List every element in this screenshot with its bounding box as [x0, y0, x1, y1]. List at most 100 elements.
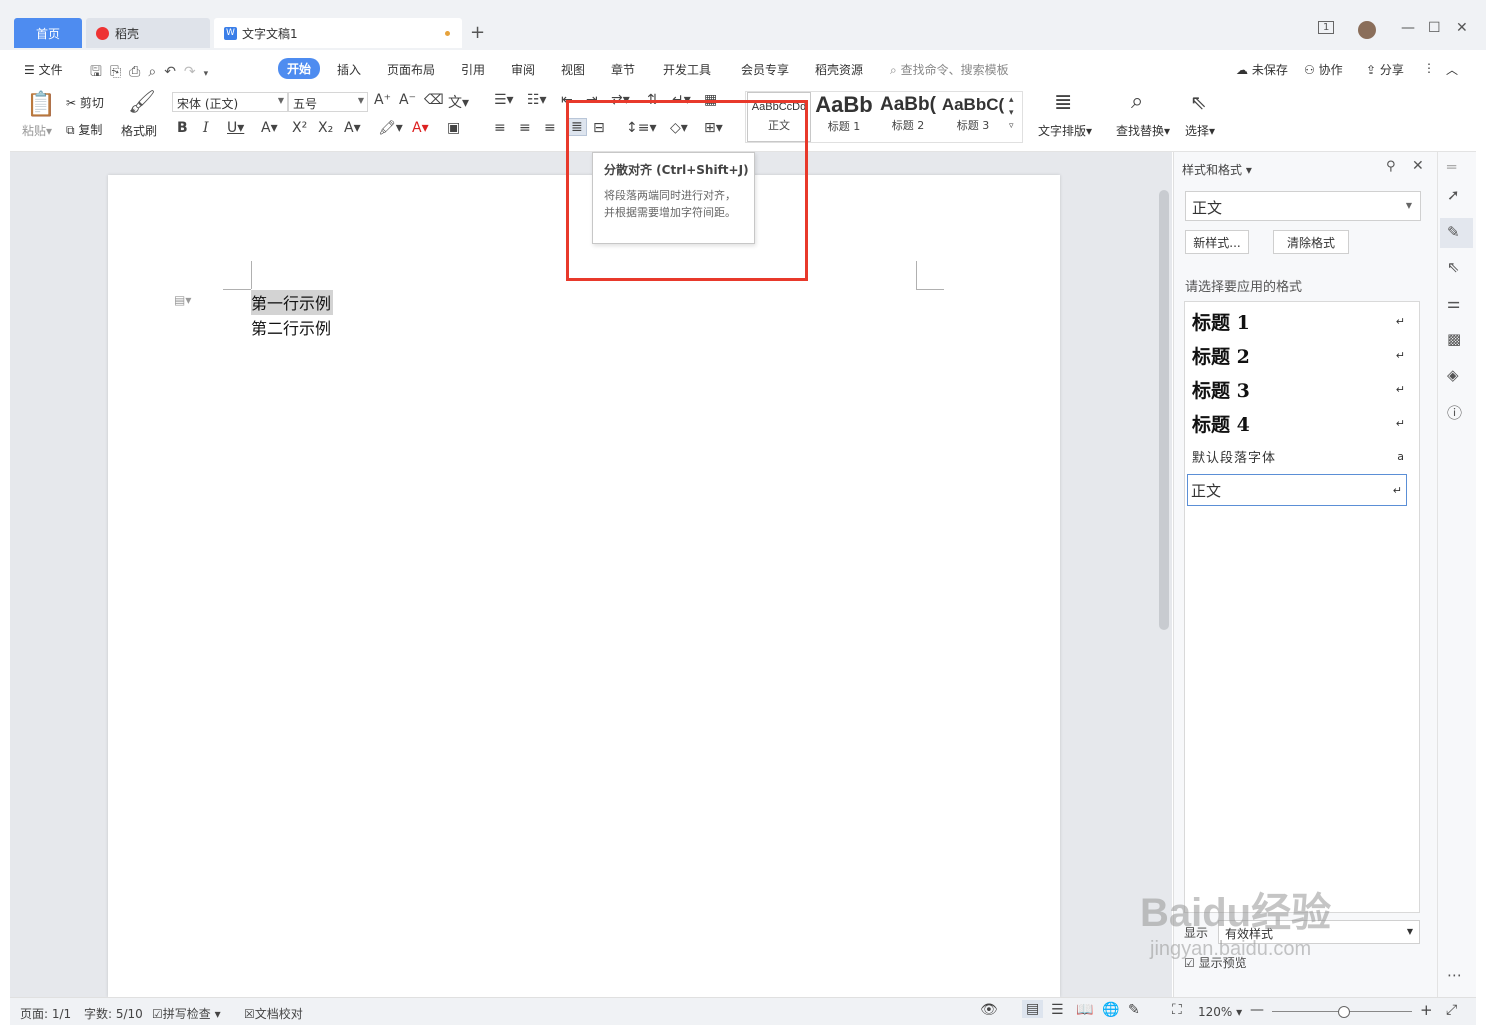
close-panel-icon[interactable]: ✕ — [1412, 158, 1424, 174]
tab-page-layout[interactable]: 页面布局 — [387, 61, 435, 78]
style-item-heading-4[interactable]: 标题 4 ↵ — [1185, 407, 1419, 439]
strikethrough-icon[interactable]: A▾ — [261, 120, 278, 136]
tab-developer[interactable]: 开发工具 — [663, 61, 711, 78]
web-view-icon[interactable]: 🌐 — [1102, 1002, 1119, 1018]
tab-insert[interactable]: 插入 — [337, 61, 361, 78]
zoom-select[interactable]: 120% ▾ — [1198, 1005, 1242, 1019]
close-button[interactable]: ✕ — [1456, 20, 1468, 36]
tab-member[interactable]: 会员专享 — [741, 61, 789, 78]
align-center-icon[interactable]: ≡ — [519, 120, 531, 136]
scroll-thumb[interactable] — [1159, 190, 1169, 630]
fit-page-icon[interactable]: ⛶ — [1172, 1002, 1182, 1018]
clear-format-button[interactable]: 清除格式 — [1273, 230, 1349, 254]
compass-icon[interactable]: ◈ — [1447, 366, 1459, 384]
write-view-icon[interactable]: ✎ — [1128, 1002, 1140, 1018]
style-item-normal[interactable]: 正文 ↵ — [1187, 474, 1407, 506]
tab-references[interactable]: 引用 — [461, 61, 485, 78]
phonetic-guide-icon[interactable]: 文▾ — [448, 92, 469, 112]
new-style-button[interactable]: 新样式... — [1185, 230, 1249, 254]
word-count[interactable]: 字数: 5/10 — [84, 1005, 143, 1022]
document-line-1[interactable]: 第一行示例 — [251, 290, 334, 315]
subscript-icon[interactable]: X₂ — [318, 120, 333, 136]
tab-document[interactable]: W 文字文稿1 — [214, 18, 462, 48]
eye-protection-icon[interactable]: 👁 — [980, 1002, 998, 1018]
zoom-in-icon[interactable]: + — [1420, 1001, 1433, 1019]
text-layout-icon[interactable]: ≣ — [1054, 90, 1072, 115]
highlight-icon[interactable]: 🖍▾ — [378, 120, 403, 136]
tab-start[interactable]: 开始 — [278, 58, 321, 79]
font-size-select[interactable]: 五号 ▼ — [288, 92, 368, 112]
export-pdf-icon[interactable]: ⎘ — [110, 64, 129, 80]
superscript-icon[interactable]: X² — [292, 120, 307, 136]
print-preview-icon[interactable]: ⌕ — [148, 64, 164, 80]
tab-chapter[interactable]: 章节 — [611, 61, 635, 78]
rocket-icon[interactable]: ➚ — [1447, 186, 1460, 204]
paste-button[interactable]: 粘贴▾ — [22, 122, 52, 139]
underline-icon[interactable]: U▾ — [227, 120, 244, 136]
pin-icon[interactable]: ⚲ — [1386, 159, 1396, 174]
command-search[interactable]: ⌕ 查找命令、搜索模板 — [890, 61, 1009, 78]
text-effect-icon[interactable]: A▾ — [344, 120, 361, 136]
clear-format-icon[interactable]: ⌫ — [424, 92, 444, 108]
fullscreen-icon[interactable]: ⤢ — [1446, 1002, 1457, 1018]
page-count[interactable]: 页面: 1/1 — [20, 1005, 71, 1022]
align-right-icon[interactable]: ≡ — [544, 120, 556, 136]
bullet-list-icon[interactable]: ☰▾ — [494, 92, 514, 108]
style-heading-2[interactable]: AaBb( 标题 2 — [876, 92, 940, 142]
format-painter-button[interactable]: 格式刷 — [121, 122, 157, 139]
proofread-button[interactable]: ☒文档校对 — [244, 1005, 303, 1022]
find-replace-button[interactable]: 查找替换▾ — [1116, 122, 1170, 139]
zoom-slider-thumb[interactable] — [1338, 1006, 1350, 1018]
drag-handle-icon[interactable]: ═ — [1447, 158, 1456, 176]
style-item-heading-2[interactable]: 标题 2 ↵ — [1185, 339, 1419, 371]
reading-view-icon[interactable]: 📖 — [1076, 1002, 1093, 1018]
cursor-icon[interactable]: ⇖ — [1190, 90, 1207, 114]
tab-daoke-resources[interactable]: 稻壳资源 — [815, 61, 863, 78]
find-icon[interactable]: ⌕ — [1131, 89, 1143, 114]
style-heading-1[interactable]: AaBb 标题 1 — [812, 92, 876, 142]
paragraph-handle-icon[interactable]: ▤▾ — [174, 293, 191, 307]
current-style-select[interactable]: 正文 ▼ — [1185, 191, 1421, 221]
style-heading-3[interactable]: AaBbC( 标题 3 — [941, 92, 1005, 142]
image-icon[interactable]: ▩ — [1447, 330, 1461, 348]
font-color-icon[interactable]: A▾ — [412, 120, 429, 136]
collapse-ribbon-icon[interactable]: ︿ — [1446, 61, 1458, 78]
increase-font-icon[interactable]: A⁺ — [374, 92, 391, 108]
maximize-button[interactable]: ☐ — [1428, 20, 1441, 36]
avatar[interactable] — [1358, 21, 1376, 39]
paste-icon[interactable]: 📋 — [26, 90, 56, 118]
new-tab-button[interactable]: + — [470, 22, 485, 43]
panel-title-dropdown[interactable]: 样式和格式 ▾ — [1182, 161, 1252, 178]
align-left-icon[interactable]: ≡ — [494, 120, 506, 136]
select-button[interactable]: 选择▾ — [1185, 122, 1215, 139]
page-view-icon[interactable]: ▤ — [1022, 1000, 1044, 1018]
more-options-icon[interactable]: ⋯ — [1447, 966, 1462, 984]
file-menu[interactable]: ☰ 文件 — [24, 61, 63, 78]
share-button[interactable]: ⇪ 分享 — [1366, 61, 1404, 78]
zoom-out-icon[interactable]: — — [1250, 1002, 1264, 1018]
save-icon[interactable]: 🖫 — [90, 64, 110, 80]
decrease-font-icon[interactable]: A⁻ — [399, 92, 416, 108]
font-name-select[interactable]: 宋体 (正文) ▼ — [172, 92, 288, 112]
collaborate-button[interactable]: ⚇ 协作 — [1304, 61, 1343, 78]
redo-icon[interactable]: ↷ — [184, 64, 204, 80]
print-icon[interactable]: ⎙ — [129, 64, 148, 80]
tab-home[interactable]: 首页 — [14, 18, 82, 48]
tab-view[interactable]: 视图 — [561, 61, 585, 78]
spell-check-button[interactable]: ☑拼写检查 ▾ — [152, 1005, 221, 1022]
copy-button[interactable]: ⧉ 复制 — [66, 121, 102, 138]
help-icon[interactable]: ⓘ — [1447, 402, 1462, 423]
gallery-scroll-icon[interactable]: ▴ ▾ ▿ — [1009, 94, 1014, 133]
style-item-heading-3[interactable]: 标题 3 ↵ — [1185, 373, 1419, 405]
bold-icon[interactable]: B — [177, 120, 188, 136]
outline-view-icon[interactable]: ☰ — [1051, 1002, 1064, 1018]
undo-icon[interactable]: ↶ — [164, 64, 184, 80]
text-layout-button[interactable]: 文字排版▾ — [1038, 122, 1092, 139]
format-painter-icon[interactable]: 🖌 — [128, 90, 156, 115]
italic-icon[interactable]: I — [203, 120, 209, 136]
style-item-default-font[interactable]: 默认段落字体 a — [1185, 440, 1419, 472]
document-page[interactable]: ▤▾ 第一行示例 第二行示例 — [108, 175, 1060, 997]
char-border-icon[interactable]: ▣ — [447, 120, 460, 136]
customize-icon[interactable]: ▾ — [204, 69, 217, 79]
document-line-2[interactable]: 第二行示例 — [251, 315, 331, 339]
